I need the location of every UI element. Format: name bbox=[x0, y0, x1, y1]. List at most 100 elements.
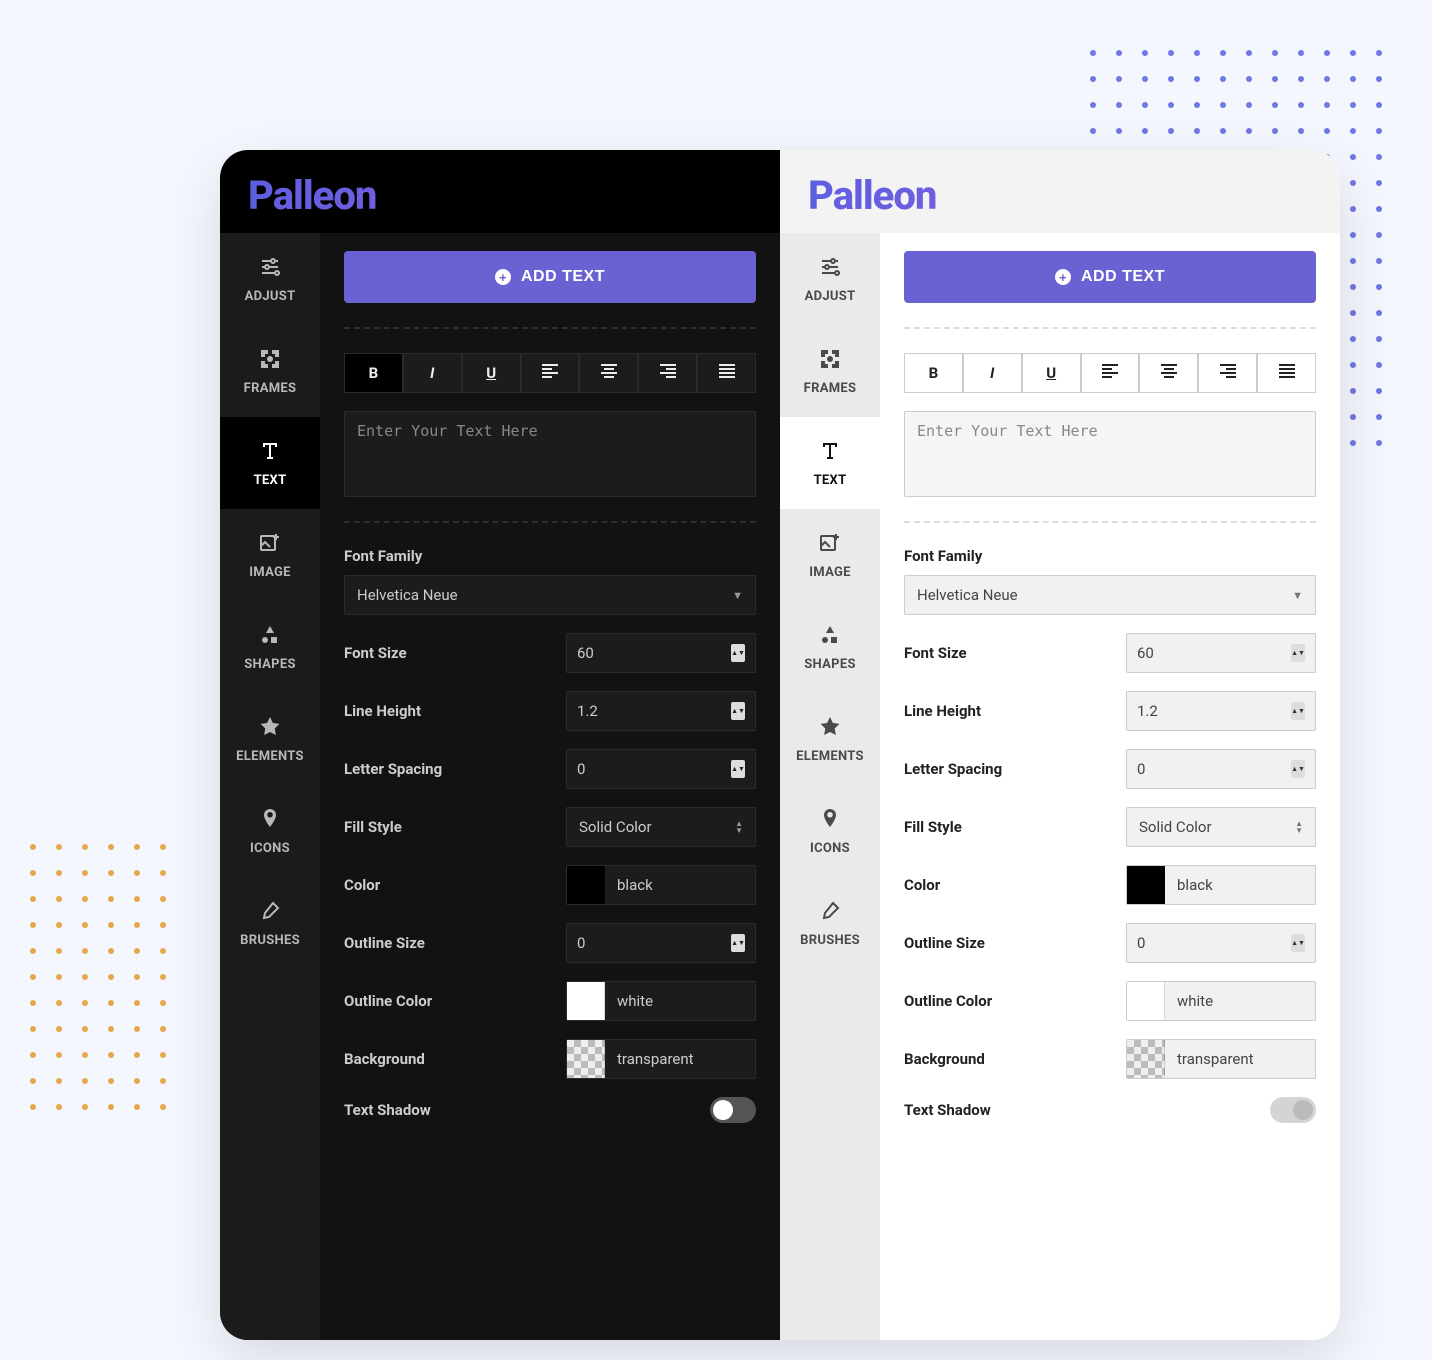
letter-spacing-input[interactable]: 0 ▲▼ bbox=[566, 749, 756, 789]
format-bar: B I U bbox=[344, 353, 756, 393]
align-justify-button[interactable] bbox=[697, 353, 756, 393]
sidebar-item-elements[interactable]: ELEMENTS bbox=[780, 693, 880, 785]
sidebar-item-label: BRUSHES bbox=[240, 933, 300, 948]
font-size-value: 60 bbox=[577, 644, 594, 662]
sidebar-item-image[interactable]: IMAGE bbox=[780, 509, 880, 601]
color-swatch bbox=[567, 866, 605, 904]
align-justify-icon bbox=[719, 364, 735, 382]
outline-size-value: 0 bbox=[1137, 934, 1145, 952]
add-text-button[interactable]: + ADD TEXT bbox=[344, 251, 756, 303]
outline-size-value: 0 bbox=[577, 934, 585, 952]
align-right-button[interactable] bbox=[638, 353, 697, 393]
italic-button[interactable]: I bbox=[963, 353, 1022, 393]
text-input[interactable] bbox=[344, 411, 756, 497]
outline-size-input[interactable]: 0 ▲▼ bbox=[566, 923, 756, 963]
sidebar-item-label: ICONS bbox=[810, 841, 850, 856]
sidebar-item-frames[interactable]: FRAMES bbox=[220, 325, 320, 417]
sidebar-item-adjust[interactable]: ADJUST bbox=[220, 233, 320, 325]
sidebar-item-label: ELEMENTS bbox=[236, 749, 304, 764]
line-height-input[interactable]: 1.2 ▲▼ bbox=[566, 691, 756, 731]
align-right-button[interactable] bbox=[1198, 353, 1257, 393]
italic-button[interactable]: I bbox=[403, 353, 462, 393]
add-text-button[interactable]: + ADD TEXT bbox=[904, 251, 1316, 303]
sidebar-item-icons[interactable]: ICONS bbox=[220, 785, 320, 877]
background-input[interactable]: transparent bbox=[1126, 1039, 1316, 1079]
color-input[interactable]: black bbox=[1126, 865, 1316, 905]
color-swatch bbox=[1127, 866, 1165, 904]
underline-button[interactable]: U bbox=[1022, 353, 1081, 393]
line-height-label: Line Height bbox=[344, 702, 550, 720]
sidebar-item-brushes[interactable]: BRUSHES bbox=[220, 877, 320, 969]
color-value: black bbox=[605, 876, 665, 894]
brush-icon bbox=[818, 899, 842, 927]
line-height-input[interactable]: 1.2 ▲▼ bbox=[1126, 691, 1316, 731]
font-size-label: Font Size bbox=[344, 644, 550, 662]
font-size-value: 60 bbox=[1137, 644, 1154, 662]
font-size-row: Font Size 60 ▲▼ bbox=[904, 633, 1316, 673]
outline-size-row: Outline Size 0 ▲▼ bbox=[904, 923, 1316, 963]
decorative-dots-orange bbox=[30, 844, 166, 1110]
color-input[interactable]: black bbox=[566, 865, 756, 905]
outline-color-label: Outline Color bbox=[344, 992, 550, 1010]
sidebar-item-shapes[interactable]: SHAPES bbox=[780, 601, 880, 693]
fill-style-select[interactable]: Solid Color ▲▼ bbox=[1126, 807, 1316, 847]
pin-icon bbox=[258, 807, 282, 835]
fill-style-select[interactable]: Solid Color ▲▼ bbox=[566, 807, 756, 847]
sidebar-item-shapes[interactable]: SHAPES bbox=[220, 601, 320, 693]
outline-color-input[interactable]: white bbox=[1126, 981, 1316, 1021]
sidebar-item-image[interactable]: IMAGE bbox=[220, 509, 320, 601]
align-center-button[interactable] bbox=[579, 353, 638, 393]
divider bbox=[344, 521, 756, 523]
sidebar-item-label: SHAPES bbox=[804, 657, 856, 672]
sidebar-item-elements[interactable]: ELEMENTS bbox=[220, 693, 320, 785]
sidebar-item-text[interactable]: TEXT bbox=[220, 417, 320, 509]
format-bar: B I U bbox=[904, 353, 1316, 393]
font-size-input[interactable]: 60 ▲▼ bbox=[1126, 633, 1316, 673]
letter-spacing-input[interactable]: 0 ▲▼ bbox=[1126, 749, 1316, 789]
sidebar-item-label: ICONS bbox=[250, 841, 290, 856]
brand-logo-dark: Palleon bbox=[220, 150, 780, 233]
sidebar-item-icons[interactable]: ICONS bbox=[780, 785, 880, 877]
pin-icon bbox=[818, 807, 842, 835]
align-center-button[interactable] bbox=[1139, 353, 1198, 393]
sidebar-item-adjust[interactable]: ADJUST bbox=[780, 233, 880, 325]
align-left-button[interactable] bbox=[521, 353, 580, 393]
sidebar-item-frames[interactable]: FRAMES bbox=[780, 325, 880, 417]
align-justify-icon bbox=[1279, 364, 1295, 382]
sidebar-item-label: IMAGE bbox=[249, 565, 291, 580]
fill-style-row: Fill Style Solid Color ▲▼ bbox=[344, 807, 756, 847]
outline-color-label: Outline Color bbox=[904, 992, 1110, 1010]
bold-button[interactable]: B bbox=[344, 353, 403, 393]
outline-color-input[interactable]: white bbox=[566, 981, 756, 1021]
sidebar-item-brushes[interactable]: BRUSHES bbox=[780, 877, 880, 969]
fill-style-row: Fill Style Solid Color ▲▼ bbox=[904, 807, 1316, 847]
plus-icon: + bbox=[495, 269, 511, 285]
underline-button[interactable]: U bbox=[462, 353, 521, 393]
outline-size-input[interactable]: 0 ▲▼ bbox=[1126, 923, 1316, 963]
text-shadow-toggle[interactable] bbox=[1270, 1097, 1316, 1123]
bold-button[interactable]: B bbox=[904, 353, 963, 393]
align-left-button[interactable] bbox=[1081, 353, 1140, 393]
italic-icon: I bbox=[430, 364, 434, 382]
font-size-input[interactable]: 60 ▲▼ bbox=[566, 633, 756, 673]
frame-icon bbox=[818, 347, 842, 375]
sidebar-item-label: FRAMES bbox=[244, 381, 297, 396]
number-stepper-icon: ▲▼ bbox=[731, 644, 745, 662]
font-family-select[interactable]: Helvetica Neue ▼ bbox=[904, 575, 1316, 615]
add-text-label: ADD TEXT bbox=[521, 268, 605, 286]
chevron-down-icon: ▼ bbox=[732, 589, 743, 602]
main-dark: + ADD TEXT B I U Font Family bbox=[320, 233, 780, 1340]
color-swatch bbox=[567, 1040, 605, 1078]
color-swatch bbox=[1127, 982, 1165, 1020]
font-family-value: Helvetica Neue bbox=[917, 586, 1018, 604]
font-family-select[interactable]: Helvetica Neue ▼ bbox=[344, 575, 756, 615]
letter-spacing-label: Letter Spacing bbox=[904, 760, 1110, 778]
background-input[interactable]: transparent bbox=[566, 1039, 756, 1079]
background-row: Background transparent bbox=[344, 1039, 756, 1079]
align-justify-button[interactable] bbox=[1257, 353, 1316, 393]
sidebar-item-text[interactable]: TEXT bbox=[780, 417, 880, 509]
background-row: Background transparent bbox=[904, 1039, 1316, 1079]
text-input[interactable] bbox=[904, 411, 1316, 497]
text-shadow-label: Text Shadow bbox=[344, 1101, 694, 1119]
text-shadow-toggle[interactable] bbox=[710, 1097, 756, 1123]
